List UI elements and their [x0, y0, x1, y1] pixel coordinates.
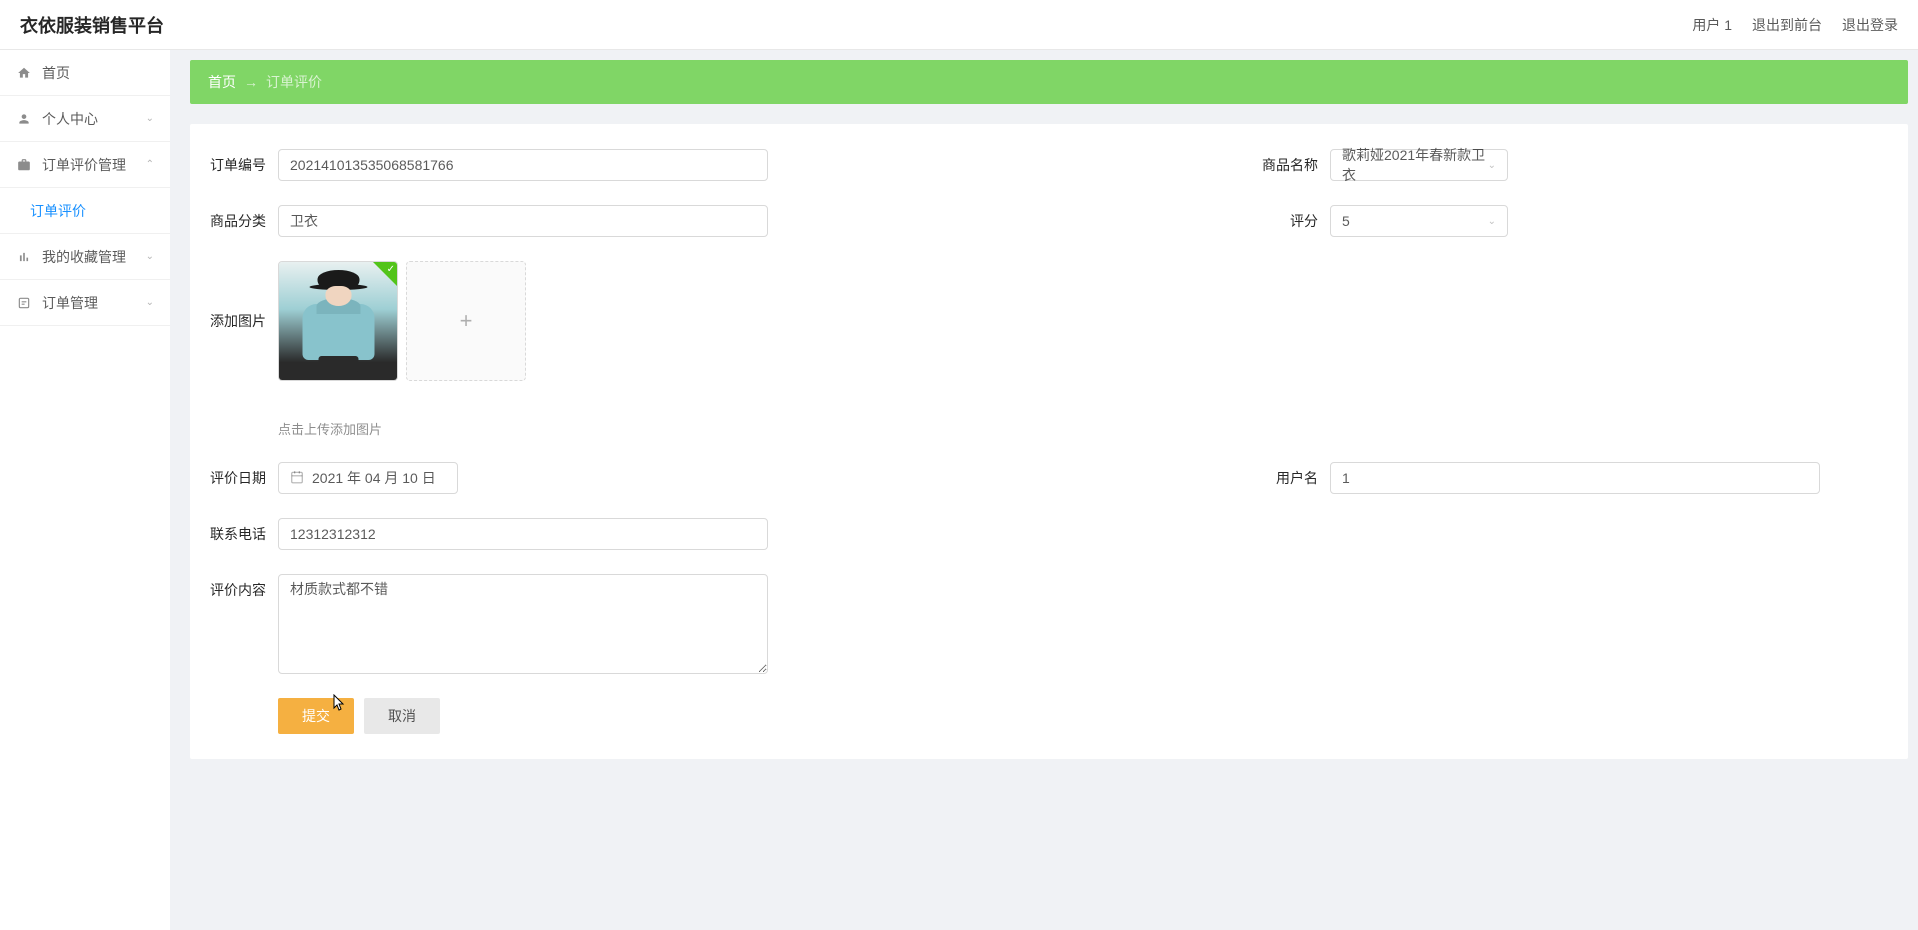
- form-item-phone: 联系电话: [210, 518, 768, 550]
- review-date-input[interactable]: 2021 年 04 月 10 日: [278, 462, 458, 494]
- home-icon: [16, 65, 32, 81]
- sidebar-item-order-review-mgmt[interactable]: 订单评价管理 ⌃: [0, 142, 170, 188]
- user-icon: [16, 111, 32, 127]
- upload-add-button[interactable]: +: [406, 261, 526, 381]
- form-card: 订单编号 商品名称 歌莉娅2021年春新款卫衣 ⌄ 商品分类 评分: [190, 124, 1908, 759]
- order-icon: [16, 295, 32, 311]
- content-textarea[interactable]: [278, 574, 768, 674]
- sidebar-item-label: 个人中心: [42, 109, 98, 129]
- category-input[interactable]: [278, 205, 768, 237]
- cancel-button[interactable]: 取消: [364, 698, 440, 734]
- username-label: 用户名: [1270, 468, 1318, 488]
- submit-button[interactable]: 提交: [278, 698, 354, 734]
- header-actions: 用户 1 退出到前台 退出登录: [1692, 15, 1898, 35]
- chevron-down-icon: ⌄: [1488, 160, 1496, 171]
- form-item-add-image: 添加图片: [210, 261, 526, 438]
- logout-link[interactable]: 退出登录: [1842, 15, 1898, 35]
- form-item-username: 用户名: [1270, 462, 1820, 494]
- app-title: 衣依服装销售平台: [20, 12, 164, 38]
- sidebar-item-collection-mgmt[interactable]: 我的收藏管理 ⌄: [0, 234, 170, 280]
- chart-icon: [16, 249, 32, 265]
- add-image-label: 添加图片: [210, 311, 266, 331]
- rating-label: 评分: [1262, 211, 1318, 231]
- chevron-up-icon: ⌃: [146, 159, 154, 170]
- header: 衣依服装销售平台 用户 1 退出到前台 退出登录: [0, 0, 1918, 50]
- product-name-label: 商品名称: [1262, 155, 1318, 175]
- upload-hint: 点击上传添加图片: [278, 419, 526, 438]
- check-icon: [373, 262, 397, 286]
- back-to-front-link[interactable]: 退出到前台: [1752, 15, 1822, 35]
- breadcrumb-home[interactable]: 首页: [208, 72, 236, 92]
- phone-label: 联系电话: [210, 524, 266, 544]
- breadcrumb-separator: →: [244, 74, 258, 90]
- order-no-label: 订单编号: [210, 155, 266, 175]
- briefcase-icon: [16, 157, 32, 173]
- order-no-input[interactable]: [278, 149, 768, 181]
- sidebar-item-label: 订单评价: [30, 201, 86, 221]
- sidebar-item-label: 我的收藏管理: [42, 247, 126, 267]
- chevron-down-icon: ⌄: [146, 113, 154, 124]
- category-label: 商品分类: [210, 211, 266, 231]
- review-date-value: 2021 年 04 月 10 日: [312, 468, 436, 488]
- calendar-icon: [290, 470, 304, 487]
- chevron-down-icon: ⌄: [146, 251, 154, 262]
- breadcrumb-current: 订单评价: [266, 72, 322, 92]
- chevron-down-icon: ⌄: [146, 297, 154, 308]
- form-item-order-no: 订单编号: [210, 149, 768, 181]
- content-label: 评价内容: [210, 580, 266, 600]
- product-name-select[interactable]: 歌莉娅2021年春新款卫衣 ⌄: [1330, 149, 1508, 181]
- uploaded-image[interactable]: [278, 261, 398, 381]
- sidebar-item-order-review[interactable]: 订单评价: [0, 188, 170, 234]
- sidebar-item-label: 订单管理: [42, 293, 98, 313]
- sidebar: 首页 个人中心 ⌄ 订单评价管理 ⌃ 订单评价 我的收藏管理 ⌄: [0, 50, 170, 930]
- phone-input[interactable]: [278, 518, 768, 550]
- sidebar-item-order-mgmt[interactable]: 订单管理 ⌄: [0, 280, 170, 326]
- user-label[interactable]: 用户 1: [1692, 15, 1732, 35]
- form-item-content: 评价内容: [210, 574, 768, 674]
- sidebar-item-home[interactable]: 首页: [0, 50, 170, 96]
- review-date-label: 评价日期: [210, 468, 266, 488]
- chevron-down-icon: ⌄: [1488, 216, 1496, 227]
- form-item-product-name: 商品名称 歌莉娅2021年春新款卫衣 ⌄: [1262, 149, 1508, 181]
- sidebar-item-label: 订单评价管理: [42, 155, 126, 175]
- form-item-review-date: 评价日期 2021 年 04 月 10 日: [210, 462, 458, 494]
- product-name-value: 歌莉娅2021年春新款卫衣: [1342, 145, 1488, 185]
- sidebar-item-label: 首页: [42, 63, 70, 83]
- form-item-rating: 评分 5 ⌄: [1262, 205, 1508, 237]
- rating-select[interactable]: 5 ⌄: [1330, 205, 1508, 237]
- plus-icon: +: [460, 308, 473, 334]
- form-item-category: 商品分类: [210, 205, 768, 237]
- rating-value: 5: [1342, 213, 1350, 229]
- breadcrumb: 首页 → 订单评价: [190, 60, 1908, 104]
- sidebar-item-personal[interactable]: 个人中心 ⌄: [0, 96, 170, 142]
- username-input[interactable]: [1330, 462, 1820, 494]
